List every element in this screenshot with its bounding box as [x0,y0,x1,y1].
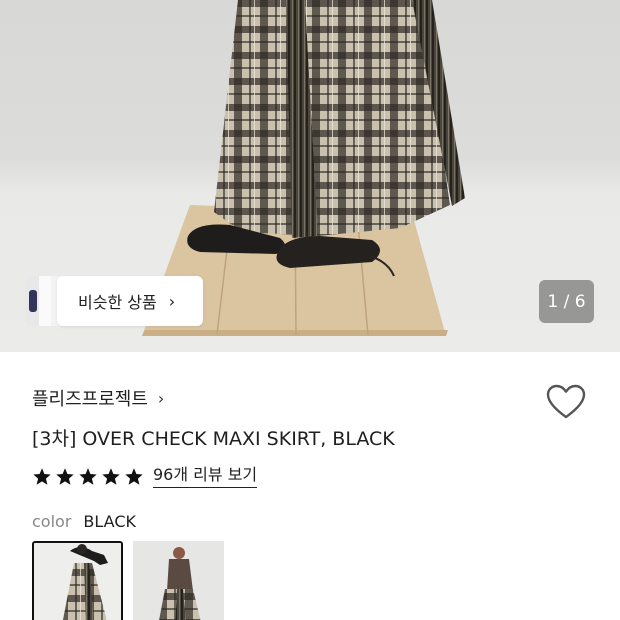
product-image-gallery[interactable]: 비슷한 상품 › 1 / 6 [0,0,620,352]
star-icon [102,468,120,485]
review-link[interactable]: 96개 리뷰 보기 [153,466,258,488]
star-icon [79,468,97,485]
similar-products-label: 비슷한 상품 [78,293,157,312]
star-icon [125,468,143,485]
chevron-right-icon: › [168,291,176,311]
rating-stars [32,467,147,487]
star-icon [56,468,74,485]
color-swatch-selected[interactable] [32,541,123,620]
swatch-image [34,543,121,620]
color-swatch[interactable] [133,541,224,620]
color-option-row: color BLACK [32,512,136,531]
rating-row: 96개 리뷰 보기 [32,466,258,488]
swatch-image [133,541,224,620]
color-label: color [32,512,72,531]
similar-products-button[interactable]: 비슷한 상품 › [57,276,203,326]
brand-name: 플리즈프로젝트 [32,389,148,410]
chevron-right-icon: › [157,388,165,408]
brand-link[interactable]: 플리즈프로젝트 › [32,385,164,411]
star-icon [33,468,51,485]
image-counter-badge: 1 / 6 [539,280,594,323]
heart-icon[interactable] [546,384,586,420]
color-value: BLACK [83,512,136,531]
product-title: [3차] OVER CHECK MAXI SKIRT, BLACK [32,428,395,450]
